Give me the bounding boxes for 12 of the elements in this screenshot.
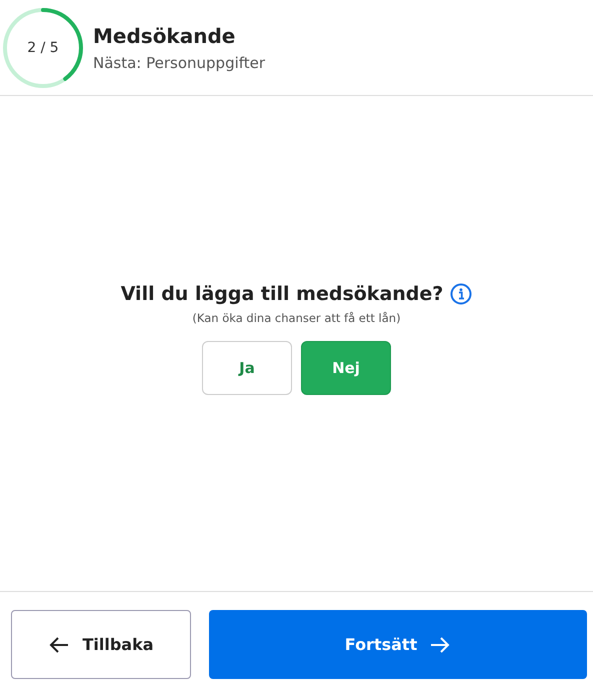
info-icon[interactable]: [450, 282, 472, 304]
back-button[interactable]: Tillbaka: [11, 610, 191, 679]
step-counter: 2 / 5: [27, 40, 59, 56]
arrow-left-icon: [48, 636, 70, 654]
continue-button[interactable]: Fortsätt: [209, 610, 587, 679]
option-button[interactable]: Nej: [301, 340, 391, 394]
option-button[interactable]: Ja: [202, 340, 292, 394]
hint-text: (Kan öka dina chanser att få ett lån): [192, 310, 401, 324]
question-text: Vill du lägga till medsökande?: [120, 282, 444, 304]
next-step-label: Nästa: Personuppgifter: [93, 54, 266, 72]
step-title: Medsökande: [93, 24, 236, 48]
arrow-right-icon: [429, 636, 452, 654]
